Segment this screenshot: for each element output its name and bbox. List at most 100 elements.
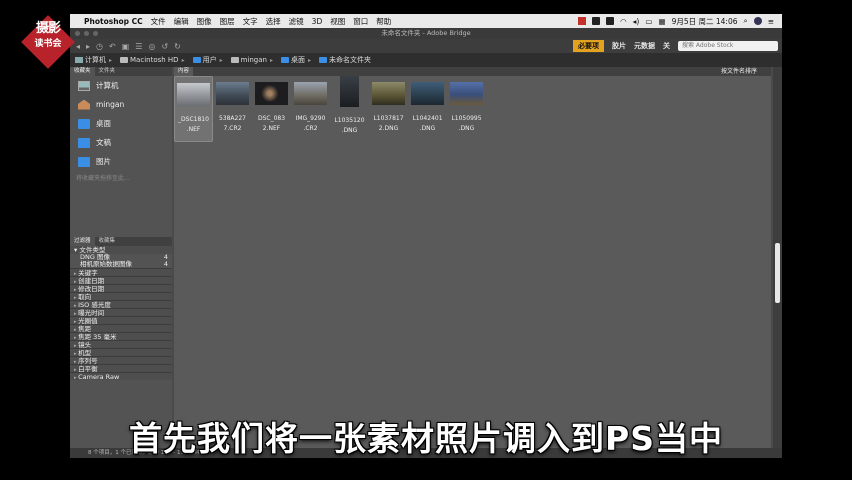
app-menu[interactable]: Photoshop CC [84, 17, 143, 26]
tab-collections[interactable]: 收藏集 [95, 237, 120, 246]
favorite-pictures[interactable]: 图片 [70, 152, 172, 171]
logo-line: 读书会 [34, 39, 62, 49]
filter-aperture[interactable]: 光圈值 [70, 316, 172, 325]
wifi-icon[interactable]: ◠ [620, 17, 627, 26]
minimize-window-button[interactable] [84, 31, 89, 36]
breadcrumb-current-folder[interactable]: 未命名文件夹 [319, 55, 371, 65]
home-icon [230, 57, 239, 63]
refine-icon[interactable]: ☰ [135, 42, 142, 51]
tray-icon[interactable] [606, 17, 615, 25]
mac-menubar: Photoshop CC 文件 编辑 图像 图层 文字 选择 滤镜 3D 视图 … [70, 14, 782, 28]
home-icon [78, 99, 90, 110]
notification-center-icon[interactable]: ≡ [768, 17, 774, 26]
filename-line: 2.DNG [378, 125, 399, 132]
filter-panel: 过滤器 收藏集 ▾ 文件类型 DNG 图像4 相机原始数据图像4 关键字 创建日… [70, 237, 172, 381]
content-scrollbar[interactable] [773, 67, 782, 448]
menu-select[interactable]: 选择 [266, 16, 281, 27]
open-in-camera-raw-icon[interactable]: ◎ [148, 42, 155, 51]
back-icon[interactable]: ◂ [76, 42, 80, 51]
rotate-left-icon[interactable]: ↺ [161, 42, 168, 51]
filter-focal-length-35mm[interactable]: 焦距 35 毫米 [70, 332, 172, 341]
menu-filter[interactable]: 滤镜 [289, 16, 304, 27]
forward-icon[interactable]: ▸ [86, 42, 90, 51]
menu-layer[interactable]: 图层 [220, 16, 235, 27]
thumbnail-item[interactable]: L1050995 .DNG [447, 76, 486, 142]
breadcrumb-desktop[interactable]: 桌面 [281, 55, 305, 65]
workspace-keywords[interactable]: 关 [663, 41, 670, 51]
return-icon[interactable]: ↶ [109, 42, 116, 51]
filter-lens[interactable]: 镜头 [70, 340, 172, 349]
recent-folder-icon[interactable]: ◷ [96, 42, 103, 51]
filter-orientation[interactable]: 取向 [70, 292, 172, 301]
thumbnail-item[interactable]: DSC_083 2.NEF [252, 76, 291, 142]
volume-icon[interactable]: ◂) [633, 17, 640, 26]
thumbnail-image [411, 82, 444, 105]
clock[interactable]: 9月5日 周二 14:06 [672, 16, 738, 27]
favorite-computer[interactable]: 计算机 [70, 76, 172, 95]
tab-favorites[interactable]: 收藏夹 [70, 67, 95, 76]
tray-icon[interactable] [592, 17, 601, 25]
filter-keywords[interactable]: 关键字 [70, 268, 172, 277]
input-source-icon[interactable]: ▦ [658, 17, 665, 26]
filename-line: DSC_083 [257, 115, 286, 122]
thumbnail-item[interactable]: 538A227 7.CR2 [213, 76, 252, 142]
thumbnail-item[interactable]: L1042401 .DNG [408, 76, 447, 142]
thumbnail-item[interactable]: IMG_9290 .CR2 [291, 76, 330, 142]
filename-line: 7.CR2 [223, 125, 242, 132]
zoom-window-button[interactable] [93, 31, 98, 36]
menu-image[interactable]: 图像 [197, 16, 212, 27]
breadcrumb-computer[interactable]: 计算机 [75, 55, 106, 65]
menu-window[interactable]: 窗口 [353, 16, 368, 27]
filter-date-modified[interactable]: 修改日期 [70, 284, 172, 293]
left-panel: 收藏夹 文件夹 计算机 mingan 桌面 文稿 图片 将收藏夹拖移至此... … [70, 67, 172, 448]
breadcrumb-home[interactable]: mingan [230, 56, 267, 64]
breadcrumb-disk[interactable]: Macintosh HD [120, 56, 179, 64]
menu-type[interactable]: 文字 [243, 16, 258, 27]
rotate-right-icon[interactable]: ↻ [174, 42, 181, 51]
filename-line: _DSC1810 [178, 116, 209, 123]
breadcrumb-label: Macintosh HD [130, 56, 179, 64]
favorite-label: mingan [96, 100, 125, 109]
tab-filter[interactable]: 过滤器 [70, 237, 95, 246]
scrollbar-thumb[interactable] [775, 243, 780, 303]
tab-folders[interactable]: 文件夹 [95, 67, 120, 76]
filter-focal-length[interactable]: 焦距 [70, 324, 172, 333]
favorite-home[interactable]: mingan [70, 95, 172, 114]
workspace-essentials[interactable]: 必要项 [573, 40, 604, 52]
get-photos-icon[interactable]: ▣ [122, 42, 130, 51]
tab-content[interactable]: 内容 [174, 67, 194, 76]
thumbnail-item[interactable]: L1037817 2.DNG [369, 76, 408, 142]
close-window-button[interactable] [75, 31, 80, 36]
filter-camera-raw[interactable]: 相机原始数据图像 4 [70, 261, 172, 268]
spotlight-icon[interactable]: ⌕ [744, 16, 748, 26]
menu-help[interactable]: 帮助 [376, 16, 391, 27]
thumbnail-item[interactable]: L1035120 .DNG [330, 76, 369, 142]
app-status-icon[interactable] [578, 17, 587, 25]
filter-iso[interactable]: ISO 感光度 [70, 300, 172, 309]
favorite-documents[interactable]: 文稿 [70, 133, 172, 152]
filter-serial-number[interactable]: 序列号 [70, 356, 172, 365]
filter-model[interactable]: 机型 [70, 348, 172, 357]
battery-icon[interactable]: ▭ [645, 17, 652, 26]
thumbnail-item[interactable]: _DSC1810 .NEF [174, 76, 213, 142]
screen: Photoshop CC 文件 编辑 图像 图层 文字 选择 滤镜 3D 视图 … [70, 14, 782, 458]
menu-3d[interactable]: 3D [312, 17, 323, 26]
thumbnail-filename: L1037817 2.DNG [373, 114, 403, 134]
filter-white-balance[interactable]: 白平衡 [70, 364, 172, 373]
breadcrumb-label: 计算机 [85, 56, 106, 64]
menu-edit[interactable]: 编辑 [174, 16, 189, 27]
menu-view[interactable]: 视图 [330, 16, 345, 27]
filter-date-created[interactable]: 创建日期 [70, 276, 172, 285]
siri-icon[interactable] [753, 17, 762, 25]
workspace-filmstrip[interactable]: 胶片 [612, 41, 626, 51]
filter-camera-raw-settings[interactable]: Camera Raw [70, 372, 172, 381]
toolbar: ◂ ▸ ◷ ↶ ▣ ☰ ◎ ↺ ↻ 必要项 胶片 元数据 关 [70, 39, 782, 53]
window-title: 未命名文件夹 - Adobe Bridge [381, 29, 471, 37]
breadcrumb-users[interactable]: 用户 [192, 55, 217, 65]
menu-file[interactable]: 文件 [151, 16, 166, 27]
search-input[interactable] [678, 41, 778, 51]
favorite-desktop[interactable]: 桌面 [70, 114, 172, 133]
filter-exposure-time[interactable]: 曝光时间 [70, 308, 172, 317]
sort-dropdown[interactable]: 按文件名排序 [721, 67, 757, 76]
workspace-metadata[interactable]: 元数据 [634, 41, 655, 51]
